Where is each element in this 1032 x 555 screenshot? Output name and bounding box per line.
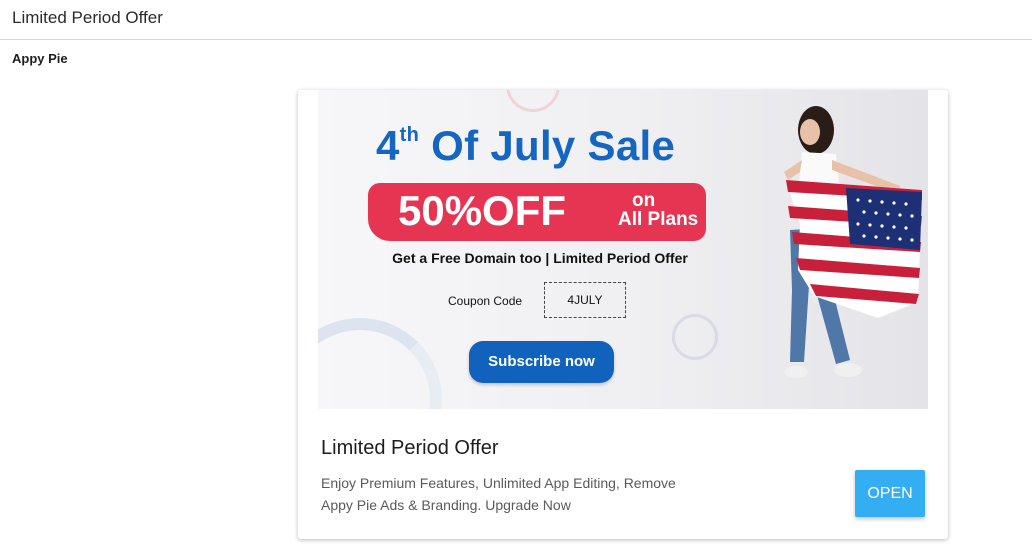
coupon-label: Coupon Code — [448, 294, 523, 308]
coupon-code-box: 4JULY — [544, 282, 626, 318]
promo-banner-image[interactable]: 4th Of July Sale 50%OFF on All Plans Get… — [318, 90, 928, 409]
card-title: Limited Period Offer — [321, 437, 499, 459]
decorative-circle — [672, 314, 718, 360]
page-title: Limited Period Offer — [12, 8, 163, 27]
decorative-circle — [506, 90, 560, 112]
open-button[interactable]: OPEN — [855, 470, 925, 517]
offer-card: 4th Of July Sale 50%OFF on All Plans Get… — [298, 90, 948, 539]
top-bar: Limited Period Offer — [0, 0, 1032, 40]
discount-amount: 50%OFF — [398, 187, 567, 234]
sale-headline: 4th Of July Sale — [376, 122, 676, 169]
discount-ribbon: 50%OFF on All Plans — [368, 183, 706, 241]
card-description: Enjoy Premium Features, Unlimited App Ed… — [321, 475, 676, 513]
free-domain-text: Get a Free Domain too | Limited Period O… — [392, 250, 688, 266]
decorative-arc — [318, 318, 442, 409]
subscribe-now-button[interactable]: Subscribe now — [469, 341, 614, 383]
discount-scope: on All Plans — [618, 190, 699, 230]
woman-with-flag-image — [784, 106, 922, 378]
sender-name: Appy Pie — [12, 51, 68, 66]
